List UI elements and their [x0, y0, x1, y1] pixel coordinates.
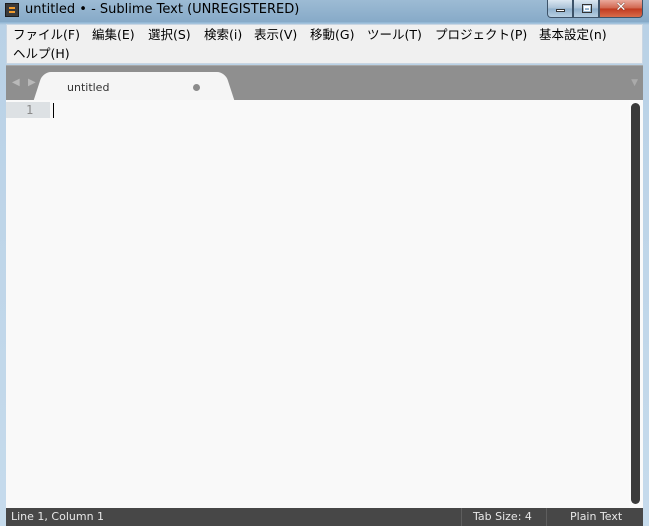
menu-tools[interactable]: ツール(T)	[367, 27, 422, 43]
menu-project[interactable]: プロジェクト(P)	[435, 27, 527, 43]
scrollbar-thumb[interactable]	[631, 103, 640, 504]
maximize-button[interactable]	[573, 0, 599, 18]
text-caret	[53, 103, 54, 118]
unsaved-dot-icon[interactable]	[193, 84, 200, 91]
application-window: untitled • - Sublime Text (UNREGISTERED)…	[0, 0, 649, 526]
close-icon: ✕	[615, 0, 627, 15]
vertical-scrollbar[interactable]	[629, 100, 643, 508]
menu-goto[interactable]: 移動(G)	[310, 27, 354, 43]
line-number: 1	[26, 103, 34, 117]
maximize-icon	[582, 4, 592, 13]
menu-file[interactable]: ファイル(F)	[13, 27, 80, 43]
tab-untitled[interactable]: untitled	[46, 72, 222, 102]
window-controls: ✕	[547, 0, 643, 18]
status-bar: Line 1, Column 1 Tab Size: 4 Plain Text	[6, 508, 643, 526]
minimize-button[interactable]	[547, 0, 573, 18]
window-title: untitled • - Sublime Text (UNREGISTERED)	[25, 2, 300, 17]
menu-view[interactable]: 表示(V)	[254, 27, 297, 43]
status-cursor-position: Line 1, Column 1	[11, 510, 105, 523]
tab-bar: ◀ ▶ untitled ▼	[6, 65, 643, 102]
editor-area[interactable]: 1	[6, 100, 643, 508]
menu-selection[interactable]: 選択(S)	[148, 27, 191, 43]
tab-list-dropdown-icon[interactable]: ▼	[631, 78, 638, 88]
status-divider	[461, 508, 462, 526]
title-bar[interactable]: untitled • - Sublime Text (UNREGISTERED)…	[0, 0, 649, 22]
close-button[interactable]: ✕	[599, 0, 643, 18]
status-syntax[interactable]: Plain Text	[570, 510, 622, 524]
menu-find[interactable]: 検索(i)	[204, 27, 242, 43]
tab-next-arrow-icon[interactable]: ▶	[28, 77, 36, 88]
status-divider	[546, 508, 547, 526]
sublime-app-icon[interactable]	[5, 3, 19, 17]
status-tab-size[interactable]: Tab Size: 4	[473, 510, 532, 524]
menu-preferences[interactable]: 基本設定(n)	[539, 27, 607, 43]
menu-help[interactable]: ヘルプ(H)	[13, 46, 70, 62]
minimize-icon	[556, 9, 565, 12]
tab-prev-arrow-icon[interactable]: ◀	[12, 77, 20, 88]
tab-title: untitled	[67, 81, 110, 94]
menu-bar: ファイル(F) 編集(E) 選択(S) 検索(i) 表示(V) 移動(G) ツー…	[6, 24, 643, 64]
menu-edit[interactable]: 編集(E)	[92, 27, 135, 43]
